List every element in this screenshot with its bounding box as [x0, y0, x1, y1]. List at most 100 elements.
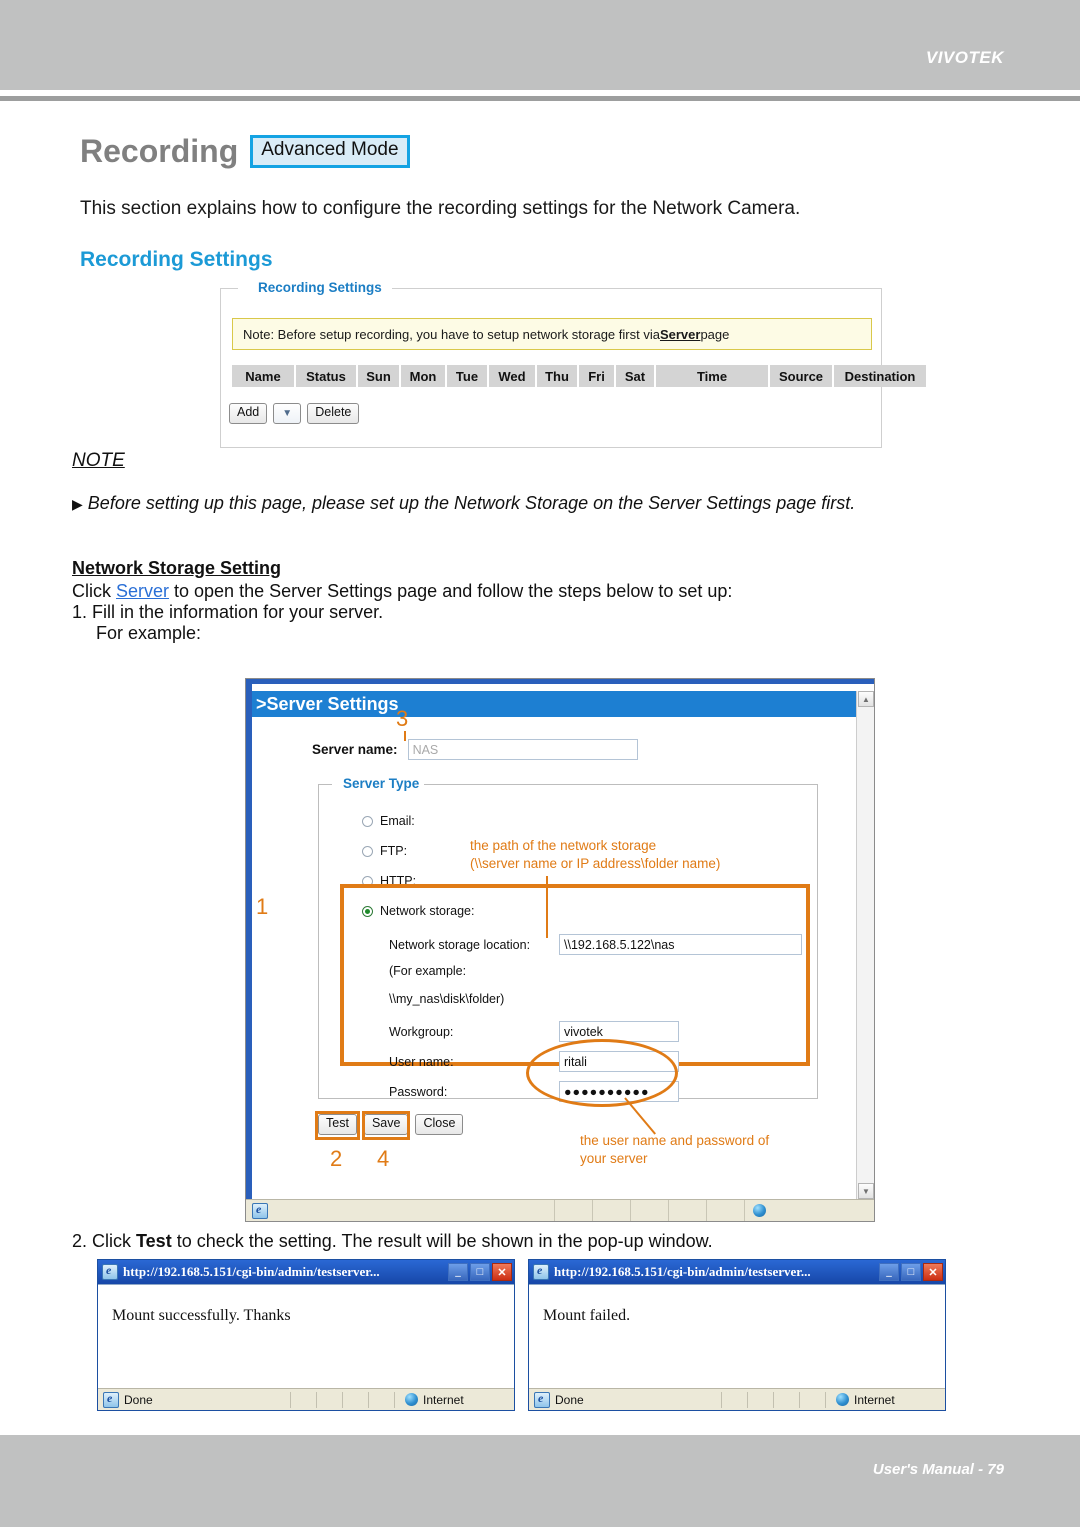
annotation-path-note-line1: the path of the network storage — [470, 838, 657, 853]
note-body: ▶ Before setting up this page, please se… — [72, 493, 1032, 514]
recording-settings-legend: Recording Settings — [252, 280, 388, 295]
table-column-header: Thu — [537, 365, 577, 387]
table-column-header: Name — [232, 365, 294, 387]
section-title-recording-settings: Recording Settings — [80, 248, 273, 271]
annotation-credentials-note: the user name and password of your serve… — [580, 1132, 769, 1168]
maximize-button-failed[interactable]: □ — [901, 1263, 921, 1281]
page-title-row: Recording Advanced Mode — [80, 133, 410, 170]
ie-icon-status-success — [103, 1391, 119, 1408]
note-text-prefix: Note: Before setup recording, you have t… — [243, 326, 660, 342]
delete-button[interactable]: Delete — [307, 403, 360, 424]
workgroup-row: Workgroup: vivotek — [389, 1021, 679, 1042]
footer-manual-label: User's Manual - 79 — [872, 1461, 1004, 1478]
scroll-down-arrow-icon[interactable]: ▼ — [858, 1183, 874, 1199]
recording-settings-note: Note: Before setup recording, you have t… — [232, 318, 872, 350]
annotation-number-1: 1 — [256, 894, 269, 919]
server-settings-scrollbar[interactable]: ▲ ▼ — [856, 691, 874, 1199]
annotation-path-note: the path of the network storage (\\serve… — [470, 837, 720, 873]
ie-icon-statusbar — [252, 1202, 268, 1219]
minimize-button-failed[interactable]: _ — [879, 1263, 899, 1281]
popup-failed-status-right: Internet — [854, 1392, 895, 1407]
line1-suffix: to open the Server Settings page and fol… — [169, 581, 733, 601]
example-line-2: \\my_nas\disk\folder) — [389, 992, 504, 1006]
recording-entry-select[interactable]: ▼ — [273, 403, 302, 424]
popup-failed-message: Mount failed. — [543, 1307, 631, 1324]
popup-success-message: Mount successfully. Thanks — [112, 1307, 291, 1324]
recording-schedule-table-header: Name Status Sun Mon Tue Wed Thu Fri Sat Time Sourc… — [232, 365, 926, 387]
annotation-number-4: 4 — [377, 1146, 390, 1171]
ie-icon-status-failed — [534, 1391, 550, 1408]
line1-prefix: Click — [72, 581, 116, 601]
network-storage-location-row: Network storage location: \\192.168.5.12… — [389, 934, 802, 955]
annotation-leader-3 — [404, 731, 406, 741]
table-column-header: Fri — [579, 365, 614, 387]
popup-window-failed: http://192.168.5.151/cgi-bin/admin/tests… — [528, 1259, 946, 1411]
network-storage-setting-step1: 1. Fill in the information for your serv… — [72, 602, 384, 622]
server-type-topline-left — [318, 784, 332, 785]
popup-failed-body: Mount failed. — [529, 1284, 945, 1388]
popup-failed-title-text: http://192.168.5.151/cgi-bin/admin/tests… — [554, 1264, 811, 1279]
scroll-up-arrow-icon[interactable]: ▲ — [858, 691, 874, 707]
server-name-row: Server name: NAS — [312, 739, 638, 760]
test-button-highlight — [315, 1111, 360, 1140]
server-name-input[interactable]: NAS — [407, 739, 638, 760]
workgroup-input[interactable]: vivotek — [559, 1021, 679, 1042]
network-storage-location-label: Network storage location: — [389, 937, 531, 952]
table-column-header: Sun — [358, 365, 399, 387]
server-settings-titlebar: >Server Settings — [252, 691, 856, 717]
annotation-cred-note-line2: your server — [580, 1151, 648, 1167]
table-column-header: Status — [296, 365, 356, 387]
close-button[interactable]: Close — [415, 1114, 464, 1135]
radio-option-email[interactable]: Email: — [362, 814, 415, 828]
add-button[interactable]: Add — [229, 403, 268, 424]
annotation-number-2: 2 — [330, 1146, 343, 1171]
table-column-header: Wed — [489, 365, 535, 387]
table-column-header: Sat — [616, 365, 654, 387]
table-column-header: Destination — [834, 365, 926, 387]
radio-label-network-storage: Network storage: — [380, 904, 475, 918]
popup-success-statusbar: Done Internet — [98, 1388, 514, 1410]
server-type-legend: Server Type — [338, 776, 425, 791]
ie-icon-popup-success — [102, 1263, 118, 1280]
server-link-inline[interactable]: Server — [116, 581, 169, 601]
table-column-header: Tue — [447, 365, 487, 387]
popup-failed-titlebar: http://192.168.5.151/cgi-bin/admin/tests… — [529, 1260, 945, 1284]
save-button-highlight — [362, 1111, 410, 1140]
note-body-text: Before setting up this page, please set … — [87, 493, 856, 513]
globe-icon-statusbar — [753, 1204, 766, 1217]
server-type-topline-right — [410, 784, 818, 785]
server-settings-window: >Server Settings ▲ ▼ Server name: NAS Se… — [245, 678, 875, 1222]
network-storage-location-input[interactable]: \\192.168.5.122\nas — [559, 934, 802, 955]
close-button-failed[interactable]: ✕ — [923, 1263, 943, 1281]
server-name-label: Server name: — [312, 742, 398, 757]
annotation-number-3: 3 — [396, 706, 409, 731]
popup-success-status-left: Done — [124, 1392, 153, 1407]
server-settings-title-text: >Server Settings — [256, 693, 399, 714]
maximize-button-success[interactable]: □ — [470, 1263, 490, 1281]
recording-settings-action-row: Add ▼ Delete — [229, 403, 360, 424]
radio-option-network-storage[interactable]: Network storage: — [362, 904, 474, 918]
example-text-2: \\my_nas\disk\folder) — [389, 992, 505, 1006]
network-storage-setting-line1: Click Server to open the Server Settings… — [72, 581, 732, 602]
credentials-ellipse-annotation — [526, 1039, 678, 1107]
close-button-success[interactable]: ✕ — [492, 1263, 512, 1281]
step2-suffix: to check the setting. The result will be… — [171, 1231, 713, 1251]
radio-option-ftp[interactable]: FTP: — [362, 844, 407, 858]
vivotek-logo: VIVOTEK — [925, 48, 1004, 67]
popup-success-body: Mount successfully. Thanks — [98, 1284, 514, 1388]
server-link-in-note[interactable]: Server — [660, 327, 700, 342]
server-settings-statusbar — [246, 1199, 874, 1221]
radio-label-ftp: FTP: — [380, 844, 408, 858]
table-column-header: Mon — [401, 365, 445, 387]
example-line-1: (For example: — [389, 964, 466, 978]
page-title: Recording — [80, 133, 239, 169]
globe-icon-failed — [836, 1393, 849, 1406]
step2-bold-test: Test — [136, 1231, 172, 1251]
intro-paragraph: This section explains how to configure t… — [80, 198, 801, 219]
annotation-leader-credentials — [624, 1097, 656, 1135]
page-header-band — [0, 0, 1080, 90]
example-text-1: (For example: — [389, 964, 467, 978]
server-settings-window-body: >Server Settings ▲ ▼ Server name: NAS Se… — [252, 684, 874, 1199]
popup-failed-statusbar: Done Internet — [529, 1388, 945, 1410]
minimize-button-success[interactable]: _ — [448, 1263, 468, 1281]
